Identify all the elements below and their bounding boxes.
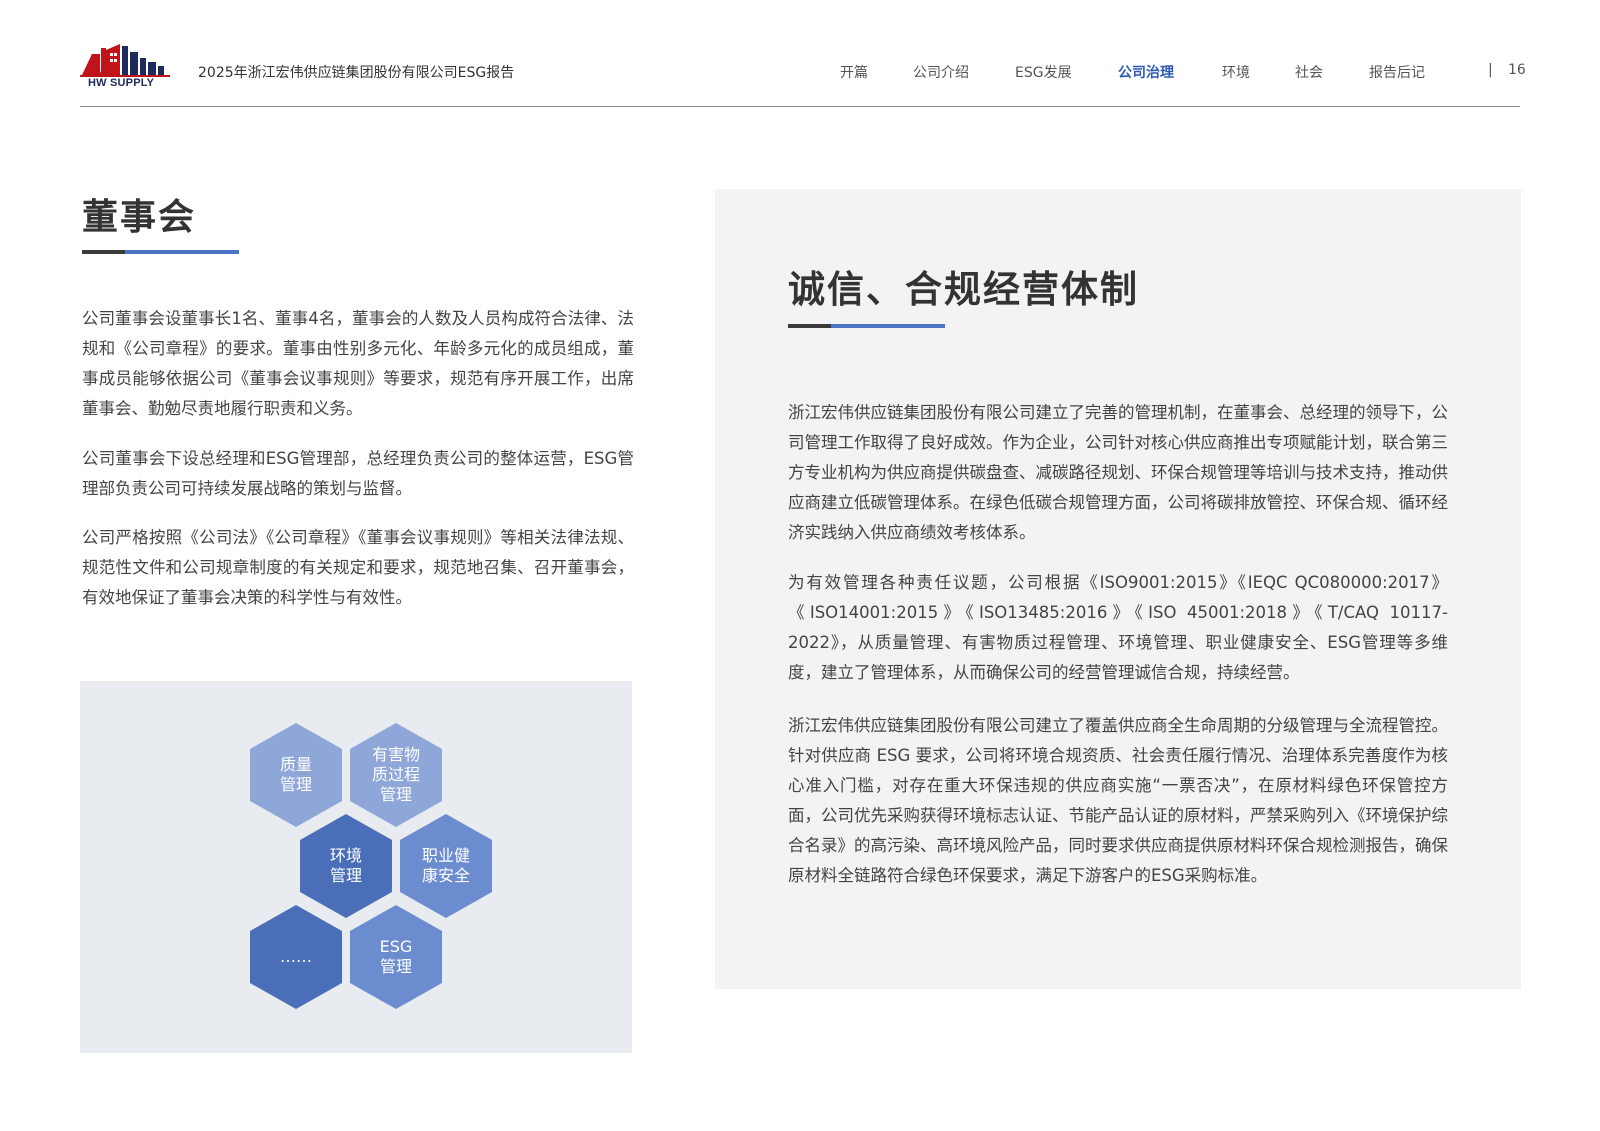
- compliance-section-title: 诚信、合规经营体制: [788, 268, 1139, 311]
- nav-separator: |: [1488, 62, 1493, 78]
- compliance-paragraph-1: 浙江宏伟供应链集团股份有限公司建立了完善的管理机制，在董事会、总经理的领导下，公…: [788, 403, 1448, 542]
- hexagon-label: ESG 管理: [379, 937, 413, 976]
- report-title: 2025年浙江宏伟供应链集团股份有限公司ESG报告: [198, 65, 515, 81]
- board-paragraph-3: 公司严格按照《公司法》《公司章程》《董事会议事规则》等相关法律法规、规范性文件和…: [82, 528, 634, 607]
- management-hexagon-diagram: 质量 管理 有害物 质过程 管理 环境 管理 职业健 康安全 …… ESG 管理: [80, 681, 632, 1053]
- hexagon-label: 有害物 质过程 管理: [371, 745, 420, 804]
- logo-buildings-icon: [80, 44, 170, 77]
- nav-item-corporate-governance[interactable]: 公司治理: [1118, 62, 1174, 82]
- page-header: HW SUPPLY 2025年浙江宏伟供应链集团股份有限公司ESG报告 开篇 公…: [0, 0, 1600, 108]
- nav-item-environment[interactable]: 环境: [1222, 62, 1250, 82]
- header-divider: [80, 106, 1520, 107]
- hexagon-label: 环境 管理: [329, 846, 362, 885]
- board-section-title: 董事会: [82, 197, 197, 238]
- hexagon-esg-management: ESG 管理: [350, 905, 442, 1013]
- page-number: 16: [1508, 62, 1526, 78]
- compliance-paragraph-3: 浙江宏伟供应链集团股份有限公司建立了覆盖供应商全生命周期的分级管理与全流程管控。…: [788, 716, 1448, 885]
- logo-text: HW SUPPLY: [88, 77, 155, 89]
- board-paragraph-1: 公司董事会设董事长1名、董事4名，董事会的人数及人员构成符合法律、法规和《公司章…: [82, 309, 634, 418]
- hexagon-label: ……: [280, 947, 312, 966]
- board-paragraph-2: 公司董事会下设总经理和ESG管理部，总经理负责公司的整体运营，ESG管理部负责公…: [82, 449, 634, 498]
- nav-item-opening[interactable]: 开篇: [840, 62, 868, 82]
- nav-item-society[interactable]: 社会: [1295, 62, 1323, 82]
- nav-item-report-postscript[interactable]: 报告后记: [1369, 62, 1425, 82]
- hexagon-label: 职业健 康安全: [421, 846, 470, 885]
- hexagon-label: 质量 管理: [279, 755, 312, 794]
- nav-item-esg-development[interactable]: ESG发展: [1015, 62, 1072, 82]
- hexagon-more: ……: [250, 905, 342, 1013]
- company-logo: HW SUPPLY: [80, 44, 172, 92]
- compliance-paragraph-2: 为有效管理各种责任议题，公司根据《ISO9001:2015》《IEQC QC08…: [788, 573, 1448, 682]
- board-title-underline: [82, 250, 239, 254]
- nav-item-company-intro[interactable]: 公司介绍: [913, 62, 969, 82]
- compliance-title-underline: [788, 324, 945, 328]
